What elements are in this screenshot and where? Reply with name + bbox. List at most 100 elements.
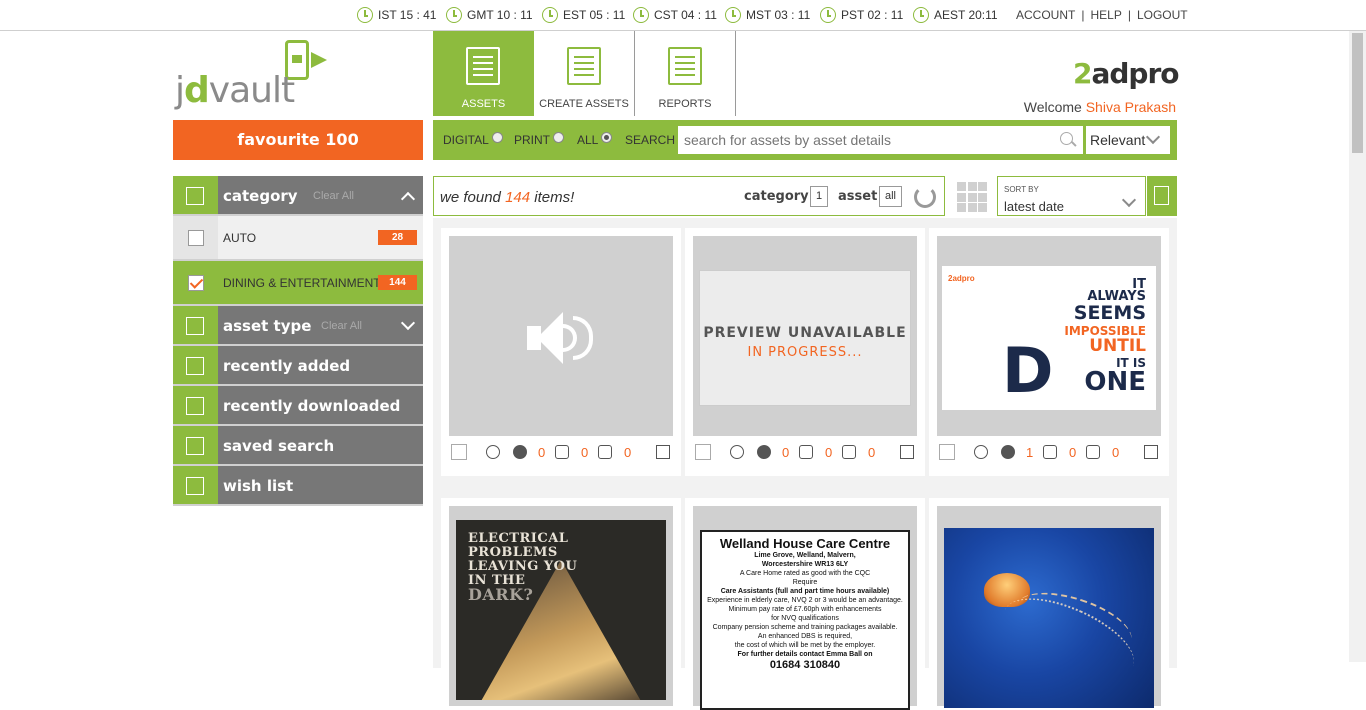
ad-line: Minimum pay rate of £7.60ph with enhance… bbox=[728, 606, 882, 613]
tray-icon bbox=[186, 317, 204, 335]
asset-thumbnail[interactable]: PREVIEW UNAVAILABLE IN PROGRESS... bbox=[693, 236, 917, 436]
tab-reports[interactable]: REPORTS bbox=[635, 31, 736, 116]
select-checkbox[interactable] bbox=[695, 444, 711, 460]
poster-line: ELECTRICAL bbox=[468, 531, 569, 546]
search-icon[interactable] bbox=[1060, 132, 1073, 145]
grid-cell bbox=[957, 192, 966, 202]
asset-card[interactable]: Welland House Care Centre Lime Grove, We… bbox=[685, 498, 925, 710]
category-title: category bbox=[223, 187, 298, 205]
select-checkbox[interactable] bbox=[939, 444, 955, 460]
filter-label: DIGITAL bbox=[443, 133, 489, 147]
filter-digital[interactable]: DIGITAL bbox=[443, 131, 503, 147]
tab-create-assets[interactable]: CREATE ASSETS bbox=[534, 31, 635, 116]
favourite-100-button[interactable]: favourite 100 bbox=[173, 120, 423, 160]
asset-type-clear-all[interactable]: Clear All bbox=[321, 320, 362, 332]
clock-icon bbox=[542, 7, 558, 23]
heart-icon[interactable] bbox=[513, 445, 527, 459]
downvotes-count: 0 bbox=[624, 445, 632, 460]
filter-all[interactable]: ALL bbox=[577, 131, 613, 147]
thumbs-up-icon[interactable] bbox=[799, 445, 813, 459]
relevance-select[interactable]: Relevant bbox=[1086, 126, 1170, 154]
sidebar-icon-cell bbox=[173, 426, 218, 464]
category-header[interactable]: category Clear All bbox=[173, 176, 423, 216]
asset-thumbnail[interactable]: 2adpro IT ALWAYS SEEMS IMPOSSIBLE UNTIL … bbox=[937, 236, 1161, 436]
job-ad-artwork: Welland House Care Centre Lime Grove, We… bbox=[700, 530, 910, 710]
sidebar-item-recently-downloaded[interactable]: recently downloaded bbox=[173, 386, 423, 426]
search-input[interactable] bbox=[678, 126, 1083, 154]
asset-thumbnail[interactable] bbox=[937, 506, 1161, 708]
chevron-down-icon[interactable] bbox=[400, 315, 416, 331]
asset-filter-label: asset bbox=[838, 189, 878, 204]
ad-line: Experience in elderly care, NVQ 2 or 3 w… bbox=[707, 597, 903, 604]
account-link[interactable]: ACCOUNT bbox=[1016, 8, 1075, 22]
asset-thumbnail[interactable]: Welland House Care Centre Lime Grove, We… bbox=[693, 506, 917, 710]
thumbs-up-icon[interactable] bbox=[555, 445, 569, 459]
2adpro-logo: 2adpro bbox=[1073, 57, 1180, 90]
wish-list-icon bbox=[186, 477, 204, 495]
lightbulb-icon[interactable] bbox=[730, 445, 744, 459]
asset-thumbnail[interactable] bbox=[449, 236, 673, 436]
page-scrollbar[interactable] bbox=[1349, 31, 1366, 662]
refresh-icon[interactable] bbox=[914, 186, 936, 208]
radio-button[interactable] bbox=[553, 131, 564, 143]
category-filter-label: category bbox=[744, 189, 809, 204]
category-item-dining[interactable]: DINING & ENTERTAINMENT 144 bbox=[173, 261, 423, 306]
ad-line: For further details contact Emma Ball on bbox=[737, 651, 873, 658]
asset-card[interactable]: 0 0 0 bbox=[441, 228, 681, 476]
upvotes-count: 0 bbox=[1069, 445, 1077, 460]
filter-print[interactable]: PRINT bbox=[514, 131, 564, 147]
radio-button[interactable] bbox=[491, 131, 503, 143]
logo-prefix: j bbox=[175, 70, 185, 111]
category-clear-all[interactable]: Clear All bbox=[313, 190, 354, 202]
lightbulb-icon[interactable] bbox=[974, 445, 988, 459]
category-item-auto[interactable]: AUTO 28 bbox=[173, 216, 423, 261]
radio-button[interactable] bbox=[601, 131, 613, 143]
heart-icon[interactable] bbox=[757, 445, 771, 459]
asset-type-header[interactable]: asset type Clear All bbox=[173, 306, 423, 346]
open-external-icon[interactable] bbox=[900, 445, 914, 459]
asset-thumbnail[interactable]: ELECTRICAL PROBLEMS LEAVING YOU IN THE D… bbox=[449, 506, 673, 706]
category-checkbox[interactable] bbox=[188, 230, 204, 246]
scrollbar-thumb[interactable] bbox=[1352, 33, 1363, 153]
likes-count: 1 bbox=[1026, 445, 1034, 460]
asset-card[interactable]: 2adpro IT ALWAYS SEEMS IMPOSSIBLE UNTIL … bbox=[929, 228, 1169, 476]
thumbs-down-icon[interactable] bbox=[1086, 445, 1100, 459]
grid-view-icon[interactable] bbox=[957, 182, 987, 212]
preview-status: IN PROGRESS... bbox=[747, 345, 863, 360]
select-checkbox[interactable] bbox=[451, 444, 467, 460]
thumbs-down-icon[interactable] bbox=[842, 445, 856, 459]
help-link[interactable]: HELP bbox=[1090, 8, 1121, 22]
asset-card[interactable]: ELECTRICAL PROBLEMS LEAVING YOU IN THE D… bbox=[441, 498, 681, 706]
logout-link[interactable]: LOGOUT bbox=[1137, 8, 1188, 22]
sidebar-item-wish-list[interactable]: wish list bbox=[173, 466, 423, 506]
asset-filter-value[interactable]: all bbox=[879, 186, 903, 207]
asset-grid: 0 0 0 PREVIEW UNAVAILABLE IN PROGRESS...… bbox=[433, 218, 1177, 710]
sidebar-item-saved-search[interactable]: saved search bbox=[173, 426, 423, 466]
thumbs-up-icon[interactable] bbox=[1043, 445, 1057, 459]
chevron-up-icon[interactable] bbox=[400, 191, 416, 207]
open-external-icon[interactable] bbox=[1144, 445, 1158, 459]
asset-card[interactable]: PREVIEW UNAVAILABLE IN PROGRESS... 0 0 0 bbox=[685, 228, 925, 476]
results-suffix: items! bbox=[534, 189, 575, 206]
heart-icon[interactable] bbox=[1001, 445, 1015, 459]
plus-square-icon bbox=[186, 357, 204, 375]
thumbs-down-icon[interactable] bbox=[598, 445, 612, 459]
sort-apply-button[interactable] bbox=[1147, 176, 1177, 216]
ad-line: Worcestershire WR13 6LY bbox=[761, 561, 849, 568]
filter-label: PRINT bbox=[514, 133, 550, 147]
open-external-icon[interactable] bbox=[656, 445, 670, 459]
asset-type-title: asset type bbox=[223, 317, 312, 335]
jellyfish-photo bbox=[944, 528, 1154, 708]
ad-line: 01684 310840 bbox=[769, 659, 841, 671]
sidebar-item-recently-added[interactable]: recently added bbox=[173, 346, 423, 386]
user-name[interactable]: Shiva Prakash bbox=[1086, 99, 1176, 115]
jdvault-logo[interactable]: jdvault bbox=[173, 38, 343, 113]
asset-card[interactable] bbox=[929, 498, 1169, 708]
lightbulb-icon[interactable] bbox=[486, 445, 500, 459]
category-checkbox[interactable] bbox=[188, 275, 204, 291]
sort-by-select[interactable]: SORT BY latest date bbox=[997, 176, 1146, 216]
category-filter-value[interactable]: 1 bbox=[810, 186, 829, 207]
count-badge: 28 bbox=[378, 230, 417, 245]
arrow-right-icon bbox=[311, 52, 327, 68]
tab-assets[interactable]: ASSETS bbox=[433, 31, 534, 116]
